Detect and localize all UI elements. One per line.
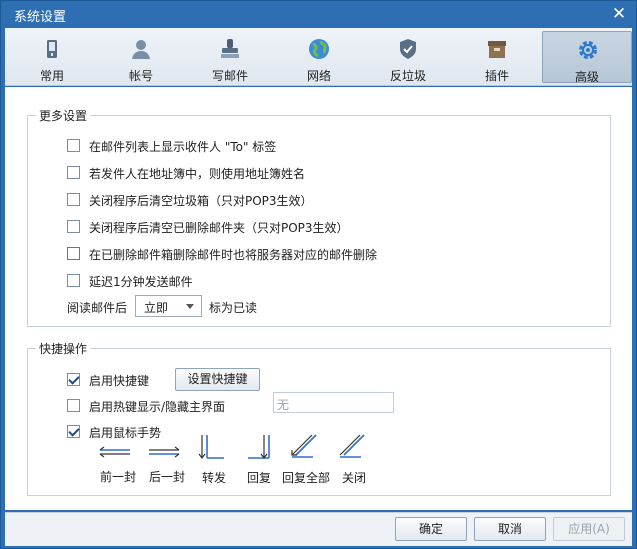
more-settings-group: 更多设置 在邮件列表上显示收件人 "To" 标签 若发件人在地址簿中，则使用地址… bbox=[27, 107, 611, 327]
shield-icon bbox=[400, 39, 416, 59]
option-label: 若发件人在地址簿中，则使用地址簿姓名 bbox=[89, 167, 306, 181]
option-label: 启用热键显示/隐藏主界面 bbox=[89, 400, 226, 414]
option-label: 启用鼠标手势 bbox=[89, 426, 162, 440]
checkbox[interactable] bbox=[67, 139, 80, 152]
hotkey-field[interactable]: 无 bbox=[273, 392, 394, 413]
tab-antispam[interactable]: 反垃圾 bbox=[365, 31, 451, 83]
apply-button[interactable]: 应用(A) bbox=[553, 517, 625, 541]
stamp-icon bbox=[221, 39, 239, 58]
shortcuts-group: 快捷操作 启用快捷键 设置快捷键 启用热键显示/隐藏主界面 无 启用鼠标手势 前… bbox=[27, 340, 611, 496]
checkbox[interactable] bbox=[67, 247, 80, 260]
option-label: 启用快捷键 bbox=[89, 374, 150, 388]
window-title: 系统设置 bbox=[14, 10, 67, 25]
cancel-button[interactable]: 取消 bbox=[474, 517, 546, 541]
close-gesture-icon bbox=[339, 434, 365, 458]
tab-label: 反垃圾 bbox=[389, 69, 426, 83]
tab-label: 帐号 bbox=[128, 69, 153, 83]
dialog-footer: 确定 取消 应用(A) bbox=[5, 512, 632, 546]
set-hotkeys-button[interactable]: 设置快捷键 bbox=[175, 368, 260, 391]
gesture-prev: 前一封 bbox=[95, 441, 141, 484]
option-label: 关闭程序后清空已删除邮件夹（只对POP3生效） bbox=[89, 221, 349, 235]
read-dropdown-value: 立即 bbox=[144, 301, 169, 315]
read-dropdown[interactable]: 立即 bbox=[135, 295, 202, 317]
chevron-down-icon bbox=[186, 304, 194, 309]
option-label: 在邮件列表上显示收件人 "To" 标签 bbox=[89, 140, 277, 154]
group-title: 更多设置 bbox=[36, 107, 91, 124]
settings-window: 系统设置 ✕ 常用 帐号 写邮件 网络 反垃圾 插件 高级 更多设置 在邮件列表… bbox=[0, 0, 637, 549]
gesture-reply: 回复 bbox=[236, 429, 282, 485]
checkbox[interactable] bbox=[67, 166, 80, 179]
reply-all-gesture-icon bbox=[291, 434, 317, 458]
option-label: 延迟1分钟发送邮件 bbox=[89, 275, 193, 289]
group-title: 快捷操作 bbox=[36, 340, 91, 357]
arrow-left-icon bbox=[99, 446, 130, 458]
tab-label: 插件 bbox=[484, 69, 509, 83]
tab-advanced[interactable]: 高级 bbox=[542, 31, 632, 84]
gear-icon bbox=[579, 41, 597, 59]
checkbox[interactable] bbox=[67, 399, 80, 412]
forward-gesture-icon bbox=[198, 435, 224, 459]
hotkey-field-value: 无 bbox=[277, 398, 290, 412]
gesture-next: 后一封 bbox=[144, 441, 190, 484]
reply-gesture-icon bbox=[248, 435, 270, 459]
box-icon bbox=[488, 41, 506, 58]
gesture-forward: 转发 bbox=[191, 429, 237, 485]
arrow-right-icon bbox=[149, 446, 180, 458]
gesture-label: 关闭 bbox=[341, 471, 366, 485]
option-label: 关闭程序后清空垃圾箱（只对POP3生效） bbox=[89, 194, 313, 208]
globe-icon bbox=[309, 39, 329, 59]
tab-network[interactable]: 网络 bbox=[276, 31, 362, 83]
read-label: 阅读邮件后 bbox=[67, 301, 128, 315]
tab-label: 写邮件 bbox=[211, 69, 248, 83]
option-label: 在已删除邮件箱删除邮件时也将服务器对应的邮件删除 bbox=[89, 248, 378, 262]
gesture-reply-all: 回复全部 bbox=[282, 429, 330, 485]
checkbox[interactable] bbox=[67, 425, 80, 438]
tab-compose[interactable]: 写邮件 bbox=[187, 31, 273, 83]
tab-account[interactable]: 帐号 bbox=[98, 31, 184, 83]
tab-general[interactable]: 常用 bbox=[9, 31, 95, 83]
phone-icon bbox=[47, 40, 57, 58]
read-suffix: 标为已读 bbox=[209, 301, 258, 315]
user-icon bbox=[132, 40, 150, 59]
checkbox[interactable] bbox=[67, 193, 80, 206]
ok-button[interactable]: 确定 bbox=[395, 517, 467, 541]
settings-content: 更多设置 在邮件列表上显示收件人 "To" 标签 若发件人在地址簿中，则使用地址… bbox=[5, 87, 632, 510]
checkbox[interactable] bbox=[67, 220, 80, 233]
tab-label: 高级 bbox=[574, 70, 599, 84]
close-icon[interactable]: ✕ bbox=[608, 3, 630, 25]
tab-plugins[interactable]: 插件 bbox=[454, 31, 540, 83]
checkbox[interactable] bbox=[67, 274, 80, 287]
tab-label: 网络 bbox=[306, 69, 331, 83]
settings-tabs: 常用 帐号 写邮件 网络 反垃圾 插件 高级 bbox=[5, 28, 632, 86]
checkbox[interactable] bbox=[67, 373, 80, 386]
title-bar: 系统设置 ✕ bbox=[1, 1, 636, 28]
gesture-close: 关闭 bbox=[331, 429, 377, 485]
tab-label: 常用 bbox=[39, 69, 64, 83]
